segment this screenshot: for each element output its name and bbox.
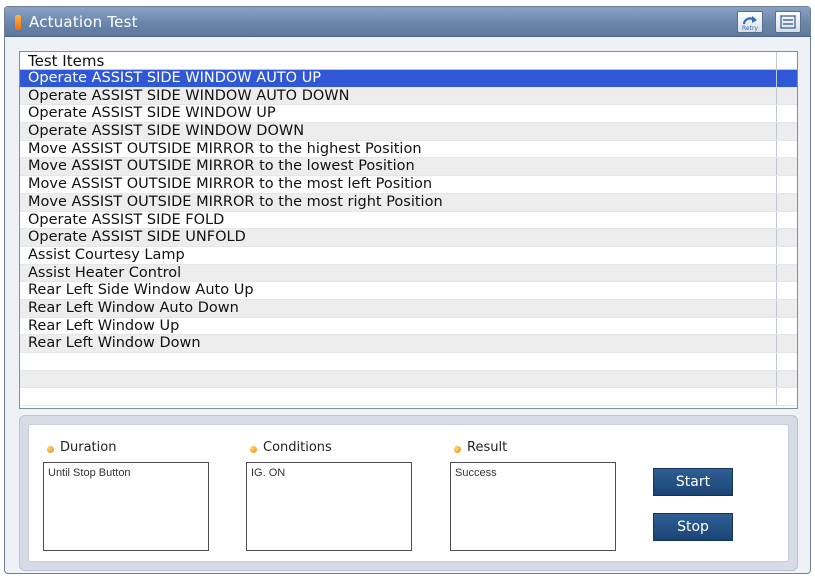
list-item[interactable]: [20, 353, 797, 371]
row-divider: [776, 229, 777, 246]
title-bar: Actuation Test Retry: [5, 7, 810, 37]
row-divider: [776, 299, 777, 317]
list-item[interactable]: Operate ASSIST SIDE WINDOW UP: [20, 105, 797, 124]
list-item[interactable]: Assist Heater Control: [20, 264, 797, 283]
list-item[interactable]: Rear Left Window Auto Down: [20, 299, 797, 318]
row-divider: [776, 176, 777, 193]
row-divider: [776, 335, 777, 352]
row-divider: [776, 87, 777, 105]
list-item[interactable]: Move ASSIST OUTSIDE MIRROR to the most l…: [20, 176, 797, 194]
result-label: Result: [467, 440, 508, 455]
retry-button[interactable]: Retry: [737, 11, 763, 33]
start-button[interactable]: Start: [653, 468, 733, 496]
details-panel: Duration Until Stop Button Conditions IG…: [19, 415, 798, 571]
row-divider: [776, 193, 777, 211]
row-divider: [776, 388, 777, 406]
list-item[interactable]: Rear Left Window Down: [20, 335, 797, 353]
column-divider: [776, 52, 777, 69]
row-divider: [776, 246, 777, 264]
menu-button[interactable]: [775, 11, 801, 33]
row-divider: [776, 282, 777, 299]
list-item[interactable]: Operate ASSIST SIDE UNFOLD: [20, 229, 797, 247]
list-item[interactable]: Operate ASSIST SIDE WINDOW AUTO UP: [20, 70, 797, 88]
result-field: Success: [450, 462, 616, 551]
row-divider: [776, 105, 777, 123]
list-item[interactable]: Move ASSIST OUTSIDE MIRROR to the most r…: [20, 193, 797, 212]
conditions-label: Conditions: [263, 440, 332, 455]
result-bullet-icon: [454, 446, 461, 453]
list-item[interactable]: [20, 388, 797, 407]
row-divider: [776, 264, 777, 282]
window-title: Actuation Test: [29, 13, 138, 31]
list-item[interactable]: Rear Left Side Window Auto Up: [20, 282, 797, 300]
column-header-test-items[interactable]: Test Items: [20, 52, 797, 70]
column-header-label: Test Items: [28, 52, 105, 70]
test-items-list: Test Items Operate ASSIST SIDE WINDOW AU…: [19, 51, 798, 409]
list-item[interactable]: Operate ASSIST SIDE WINDOW DOWN: [20, 123, 797, 141]
row-divider: [776, 370, 777, 388]
row-divider: [776, 353, 777, 370]
duration-field: Until Stop Button: [43, 462, 209, 551]
conditions-field: IG. ON: [246, 462, 412, 551]
row-divider: [776, 123, 777, 140]
menu-icon: [780, 15, 796, 29]
test-items-rows: Operate ASSIST SIDE WINDOW AUTO UP Operat…: [20, 70, 797, 407]
row-divider: [776, 317, 777, 335]
duration-bullet-icon: [47, 446, 54, 453]
list-item[interactable]: Move ASSIST OUTSIDE MIRROR to the highes…: [20, 140, 797, 159]
row-divider: [776, 211, 777, 229]
list-item[interactable]: Move ASSIST OUTSIDE MIRROR to the lowest…: [20, 158, 797, 177]
conditions-bullet-icon: [250, 446, 257, 453]
actuation-test-window: Actuation Test Retry Test Items Operate …: [4, 6, 811, 574]
duration-label: Duration: [60, 440, 117, 455]
row-divider: [776, 140, 777, 158]
title-accent-bar: [15, 15, 21, 30]
list-item[interactable]: Rear Left Window Up: [20, 317, 797, 336]
details-inner: Duration Until Stop Button Conditions IG…: [28, 424, 789, 562]
list-item[interactable]: Operate ASSIST SIDE FOLD: [20, 211, 797, 230]
list-item[interactable]: Assist Courtesy Lamp: [20, 246, 797, 265]
list-item[interactable]: Operate ASSIST SIDE WINDOW AUTO DOWN: [20, 87, 797, 106]
stop-button[interactable]: Stop: [653, 513, 733, 541]
row-divider: [776, 70, 777, 87]
row-divider: [776, 158, 777, 176]
list-item[interactable]: [20, 370, 797, 389]
retry-label: Retry: [742, 25, 758, 32]
